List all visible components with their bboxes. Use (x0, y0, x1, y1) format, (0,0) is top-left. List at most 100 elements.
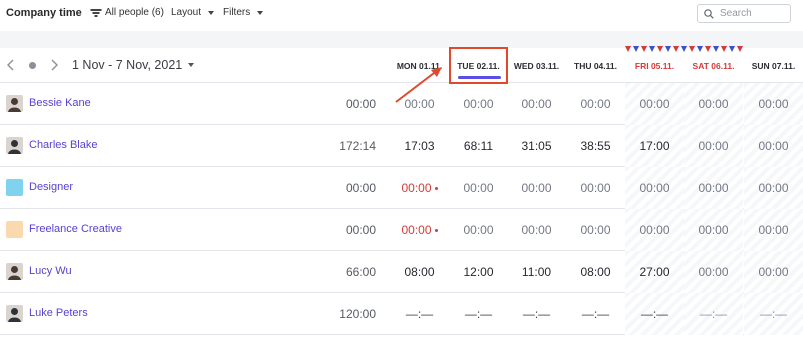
time-cell-tue[interactable]: 00:00 (449, 167, 508, 209)
time-cell-sun[interactable]: 00:00 (744, 209, 803, 251)
time-cell-fri[interactable]: 27:00 (625, 251, 684, 293)
time-cell-thu[interactable]: 00:00 (566, 167, 625, 209)
person-name-link[interactable]: Designer (29, 181, 73, 193)
warning-dot-icon (434, 229, 438, 233)
time-cell-wed[interactable]: 31:05 (507, 125, 566, 167)
time-cell-fri[interactable]: 17:00 (625, 125, 684, 167)
avatar[interactable] (6, 179, 23, 196)
layout-dropdown[interactable]: Layout (171, 7, 215, 18)
day-header-fri[interactable]: FRI 05.11. (625, 61, 684, 71)
time-value: 00:00 (698, 181, 729, 195)
time-value: —:— (405, 307, 434, 321)
time-value: 00:00 (580, 97, 611, 111)
holiday-flags (625, 46, 743, 52)
time-value: 31:05 (521, 139, 552, 153)
time-cell-fri[interactable]: 00:00 (625, 209, 684, 251)
time-cell-wed[interactable]: —:— (507, 293, 566, 335)
time-cell-tue[interactable]: 00:00 (449, 83, 508, 125)
person-name-link[interactable]: Bessie Kane (29, 97, 91, 109)
time-value: 00:00 (758, 97, 789, 111)
time-cell-sun[interactable]: 00:00 (744, 251, 803, 293)
time-value: 12:00 (463, 265, 494, 279)
time-cell-wed[interactable]: 00:00 (507, 209, 566, 251)
time-cell-sat[interactable]: 00:00 (684, 167, 743, 209)
time-cell-thu[interactable]: —:— (566, 293, 625, 335)
date-range-picker[interactable]: 1 Nov - 7 Nov, 2021 (72, 58, 195, 72)
time-cell-sat[interactable]: 00:00 (684, 209, 743, 251)
time-cell-sat[interactable]: —:— (684, 293, 743, 335)
time-cell-wed[interactable]: 11:00 (507, 251, 566, 293)
time-cell-sun[interactable]: 00:00 (744, 83, 803, 125)
time-cell-mon[interactable]: 00:00 (390, 167, 449, 209)
time-value: 00:00 (639, 223, 670, 237)
today-button[interactable] (29, 62, 36, 69)
time-cell-sat[interactable]: 00:00 (684, 83, 743, 125)
time-cell-mon[interactable]: 00:00 (390, 83, 449, 125)
people-filter-dropdown[interactable]: All people (6) (90, 7, 164, 18)
time-cell-thu[interactable]: 08:00 (566, 251, 625, 293)
time-cell-mon[interactable]: 17:03 (390, 125, 449, 167)
avatar[interactable] (6, 137, 23, 154)
time-value: 11:00 (521, 265, 552, 279)
time-cell-sun[interactable]: 00:00 (744, 167, 803, 209)
time-cell-fri[interactable]: 00:00 (625, 167, 684, 209)
time-cell-thu[interactable]: 00:00 (566, 83, 625, 125)
table-row: Freelance Creative 00:00 00:00 00:00 00:00 00… (0, 209, 803, 251)
time-value: 00:00 (521, 97, 552, 111)
avatar[interactable] (6, 221, 23, 238)
time-value: 17:00 (639, 139, 670, 153)
time-cell-tue[interactable]: 00:00 (449, 209, 508, 251)
time-cell-mon[interactable]: 08:00 (390, 251, 449, 293)
time-value: —:— (522, 307, 551, 321)
person-name-link[interactable]: Charles Blake (29, 139, 97, 151)
time-cell-tue[interactable]: 68:11 (449, 125, 508, 167)
time-cell-sun[interactable]: —:— (744, 293, 803, 335)
search-box[interactable] (697, 4, 791, 23)
date-range-label: 1 Nov - 7 Nov, 2021 (72, 58, 183, 72)
time-value: 27:00 (639, 265, 670, 279)
time-value: —:— (581, 307, 610, 321)
filters-dropdown[interactable]: Filters (223, 7, 264, 18)
time-value: 38:55 (580, 139, 611, 153)
time-value: 08:00 (580, 265, 611, 279)
day-header-wed[interactable]: WED 03.11. (507, 61, 566, 71)
day-header-sun[interactable]: SUN 07.11. (744, 61, 803, 71)
time-cell-tue[interactable]: 12:00 (449, 251, 508, 293)
time-value: 00:00 (758, 181, 789, 195)
day-header-thu[interactable]: THU 04.11. (566, 61, 625, 71)
time-value: 00:00 (698, 223, 729, 237)
time-cell-mon[interactable]: 00:00 (390, 209, 449, 251)
table-row: Lucy Wu 66:00 08:00 12:00 11:00 08:00 27:00 00:… (0, 251, 803, 293)
time-cell-sun[interactable]: 00:00 (744, 125, 803, 167)
time-cell-sat[interactable]: 00:00 (684, 251, 743, 293)
time-cell-wed[interactable]: 00:00 (507, 83, 566, 125)
time-cell-sat[interactable]: 00:00 (684, 125, 743, 167)
time-cell-wed[interactable]: 00:00 (507, 167, 566, 209)
time-value: 00:00 (404, 97, 435, 111)
time-cell-fri[interactable]: —:— (625, 293, 684, 335)
layout-label: Layout (171, 7, 202, 18)
time-value: 00:00 (758, 139, 789, 153)
avatar[interactable] (6, 95, 23, 112)
person-name-link[interactable]: Lucy Wu (29, 265, 72, 277)
person-name-link[interactable]: Luke Peters (29, 307, 88, 319)
time-cell-mon[interactable]: —:— (390, 293, 449, 335)
table-row: Luke Peters 120:00 —:— —:— —:— —:— —:— —:— —:— (0, 293, 803, 335)
time-cell-thu[interactable]: 38:55 (566, 125, 625, 167)
person-name-link[interactable]: Freelance Creative (29, 223, 122, 235)
chevron-right-icon[interactable] (49, 59, 59, 71)
chevron-left-icon[interactable] (6, 59, 16, 71)
avatar[interactable] (6, 263, 23, 280)
day-header-mon[interactable]: MON 01.11. (390, 61, 449, 71)
search-input[interactable] (720, 8, 780, 19)
time-cell-thu[interactable]: 00:00 (566, 209, 625, 251)
time-cell-fri[interactable]: 00:00 (625, 83, 684, 125)
time-value: 00:00 (463, 181, 494, 195)
time-cell-tue[interactable]: —:— (449, 293, 508, 335)
avatar[interactable] (6, 305, 23, 322)
time-value: 00:00 (698, 265, 729, 279)
time-value: 00:00 (521, 223, 552, 237)
time-value: —:— (464, 307, 493, 321)
day-header-sat[interactable]: SAT 06.11. (684, 61, 743, 71)
time-value: 00:00 (580, 223, 611, 237)
